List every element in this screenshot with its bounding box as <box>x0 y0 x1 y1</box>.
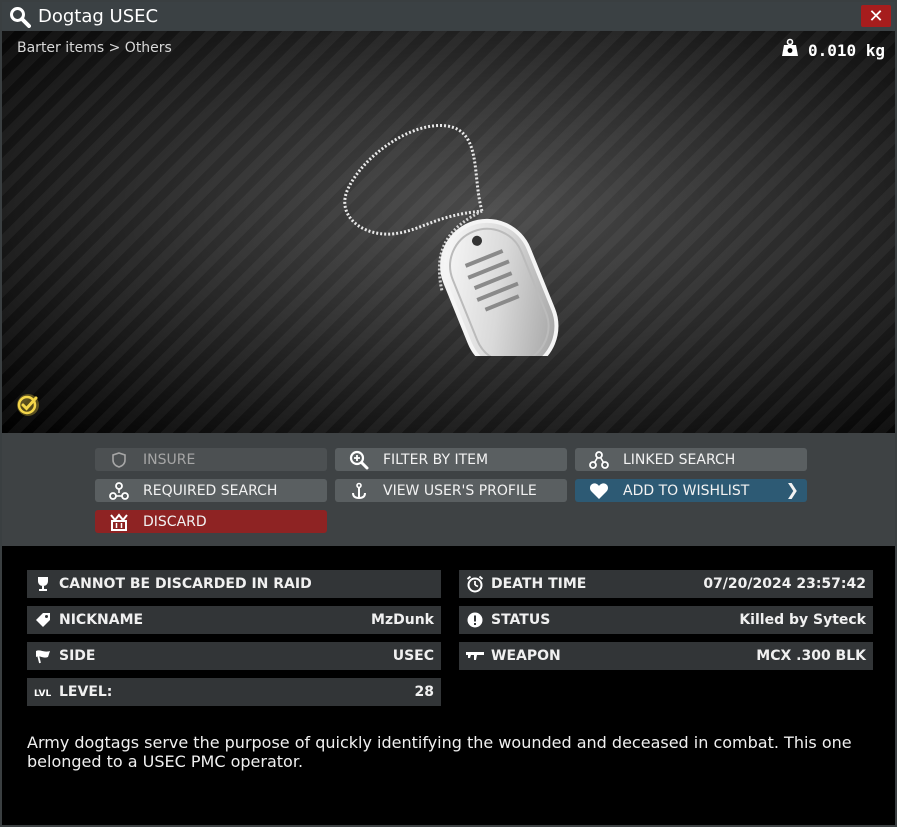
stat-side-label: SIDE <box>59 648 96 664</box>
rifle-icon <box>459 650 491 662</box>
window-title: Dogtag USEC <box>38 6 159 27</box>
stat-nickname-label: NICKNAME <box>59 612 144 628</box>
trophy-icon <box>27 576 59 592</box>
exclamation-icon <box>459 612 491 628</box>
stat-side: SIDE USEC <box>27 642 441 670</box>
insure-label: INSURE <box>143 451 196 468</box>
magnifier-icon <box>8 5 32 29</box>
linked-search-button[interactable]: LINKED SEARCH <box>575 448 807 471</box>
action-bar: INSURE FILTER BY ITEM LINKED SEARCH REQU… <box>2 433 895 546</box>
stat-nickname: NICKNAME MzDunk <box>27 606 441 634</box>
stat-no-discard: CANNOT BE DISCARDED IN RAID <box>27 570 441 598</box>
stat-death-time-value: 07/20/2024 23:57:42 <box>703 576 866 592</box>
anchor-icon <box>335 482 383 500</box>
chevron-right-icon: ❯ <box>785 480 799 499</box>
stat-weapon-value: MCX .300 BLK <box>756 648 866 664</box>
flag-icon <box>27 648 59 664</box>
stat-side-value: USEC <box>392 648 434 664</box>
stat-level: LVL LEVEL: 28 <box>27 678 441 706</box>
required-search-button[interactable]: REQUIRED SEARCH <box>95 479 327 502</box>
close-button[interactable]: ✕ <box>861 5 891 27</box>
shield-icon <box>95 451 143 468</box>
tag-icon <box>27 612 59 628</box>
insure-button[interactable]: INSURE <box>95 448 327 471</box>
add-to-wishlist-button[interactable]: ADD TO WISHLIST ❯ <box>575 479 807 502</box>
add-to-wishlist-label: ADD TO WISHLIST <box>623 482 750 499</box>
discard-label: DISCARD <box>143 513 207 530</box>
alarm-clock-icon <box>459 575 491 593</box>
stat-weapon: WEAPON MCX .300 BLK <box>459 642 873 670</box>
svg-text:LVL: LVL <box>34 689 51 698</box>
stat-level-label: LEVEL: <box>59 684 113 700</box>
stat-nickname-value: MzDunk <box>371 612 434 628</box>
item-preview: Barter items > Others 0.010 kg <box>2 31 895 433</box>
required-nodes-icon <box>95 481 143 501</box>
breadcrumb: Barter items > Others <box>17 40 172 56</box>
filter-by-item-label: FILTER BY ITEM <box>383 451 489 468</box>
search-plus-icon <box>335 450 383 470</box>
stat-status-value: Killed by Syteck <box>739 612 866 628</box>
heart-icon <box>575 482 623 500</box>
item-description: Army dogtags serve the purpose of quickl… <box>27 733 852 771</box>
stat-level-value: 28 <box>414 684 434 700</box>
weight-value: 0.010 kg <box>807 40 885 60</box>
stat-status: STATUS Killed by Syteck <box>459 606 873 634</box>
item-inspect-window: Dogtag USEC ✕ Barter items > Others 0.01… <box>0 0 897 827</box>
item-weight: 0.010 kg <box>780 38 885 62</box>
level-icon: LVL <box>27 686 59 698</box>
discard-button[interactable]: DISCARD <box>95 510 327 533</box>
title-bar[interactable]: Dogtag USEC ✕ <box>2 2 895 31</box>
discard-icon <box>95 512 143 531</box>
link-nodes-icon <box>575 450 623 470</box>
filter-by-item-button[interactable]: FILTER BY ITEM <box>335 448 567 471</box>
dogtag-image <box>343 124 559 356</box>
view-profile-button[interactable]: VIEW USER'S PROFILE <box>335 479 567 502</box>
stat-death-time: DEATH TIME 07/20/2024 23:57:42 <box>459 570 873 598</box>
stat-status-label: STATUS <box>491 612 551 628</box>
linked-search-label: LINKED SEARCH <box>623 451 736 468</box>
stat-death-time-label: DEATH TIME <box>491 576 587 592</box>
view-profile-label: VIEW USER'S PROFILE <box>383 482 537 499</box>
examined-icon <box>14 391 42 423</box>
weight-icon <box>780 38 800 62</box>
close-icon: ✕ <box>868 5 884 27</box>
stat-no-discard-label: CANNOT BE DISCARDED IN RAID <box>59 576 312 592</box>
stat-weapon-label: WEAPON <box>491 648 561 664</box>
required-search-label: REQUIRED SEARCH <box>143 482 278 499</box>
